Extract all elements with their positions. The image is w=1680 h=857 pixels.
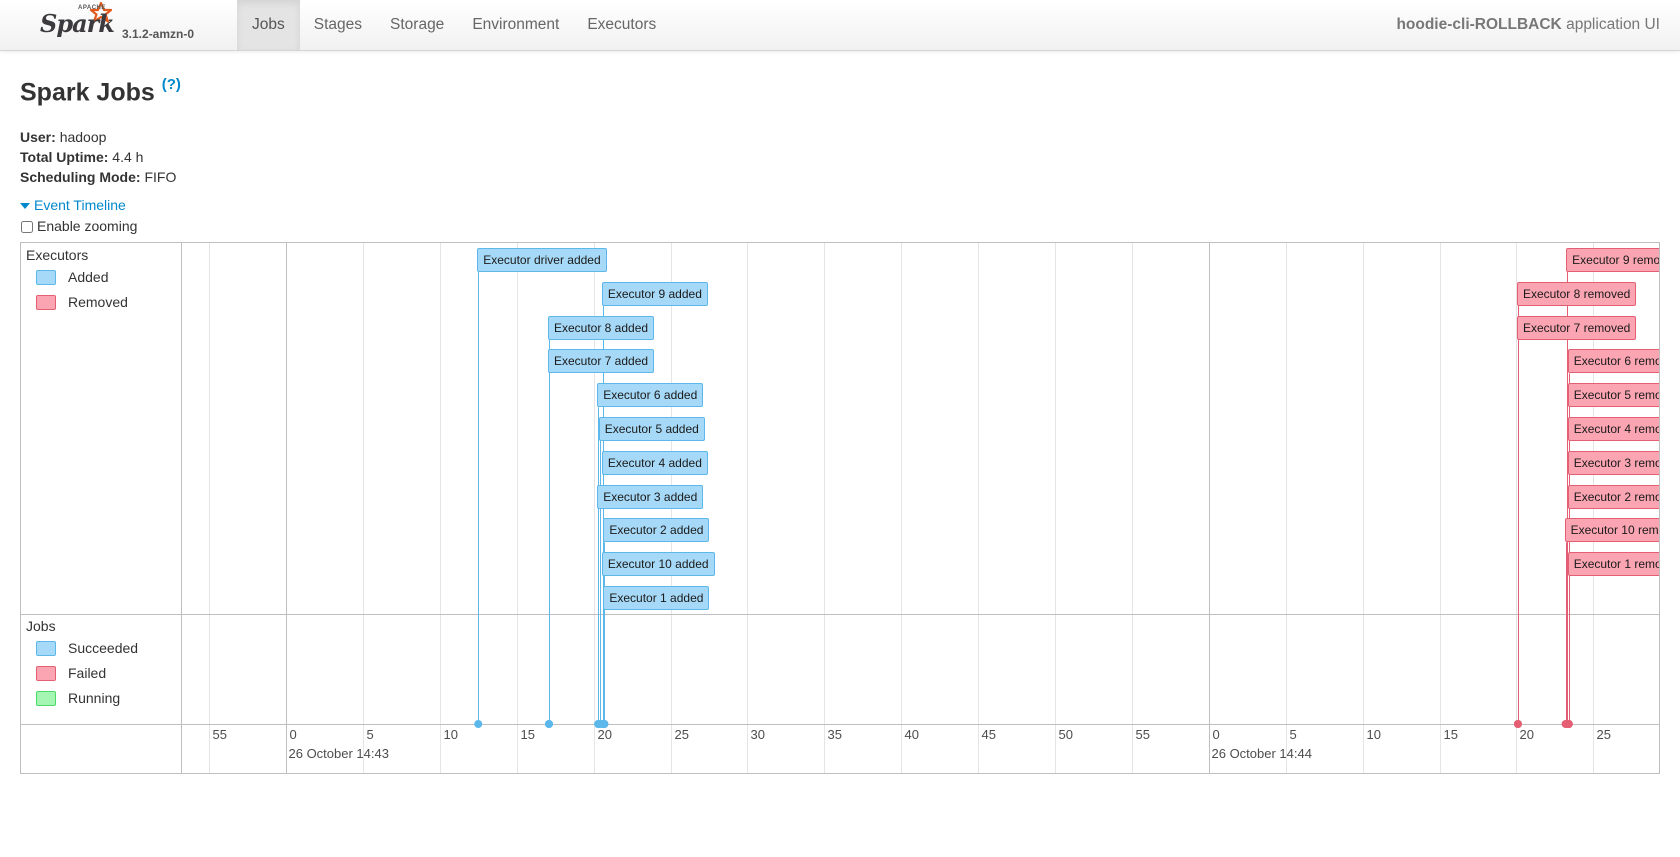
summary-mode: Scheduling Mode: FIFO xyxy=(20,167,176,187)
axis-tick-label: 15 xyxy=(520,727,535,742)
legend-failed-label: Failed xyxy=(68,665,107,681)
timeline-event-added[interactable]: Executor 1 added xyxy=(603,586,710,610)
timeline-group-labels: Executors Added Removed Jobs Succeeded F… xyxy=(21,243,182,773)
timeline-event-added[interactable]: Executor 3 added xyxy=(597,484,704,509)
event-timeline[interactable]: Executors Added Removed Jobs Succeeded F… xyxy=(20,242,1660,774)
user-value: hadoop xyxy=(59,129,107,145)
axis-tick-label: 20 xyxy=(1519,727,1534,742)
axis-minute-label: 26 October 14:44 xyxy=(1211,746,1312,761)
mode-label: Scheduling Mode: xyxy=(20,169,141,185)
nav-tabs: Jobs Stages Storage Environment Executor… xyxy=(237,0,670,50)
tab-environment[interactable]: Environment xyxy=(458,0,573,50)
axis-tick-label: 0 xyxy=(1212,727,1220,742)
legend-running: Running xyxy=(26,686,177,711)
timeline-event-added[interactable]: Executor 10 added xyxy=(601,552,715,577)
timeline-canvas xyxy=(21,243,1659,773)
axis-tick-label: 25 xyxy=(674,727,689,742)
axis-tick-label: 35 xyxy=(827,727,842,742)
timeline-event-added[interactable]: Executor 7 added xyxy=(547,349,655,374)
summary-list: User: hadoop Total Uptime: 4.4 h Schedul… xyxy=(20,127,176,187)
legend-running-label: Running xyxy=(68,690,121,706)
timeline-event-removed[interactable]: Executor 3 removed xyxy=(1567,450,1659,475)
executors-group-title: Executors xyxy=(26,247,89,263)
tab-stages[interactable]: Stages xyxy=(300,0,376,50)
tab-jobs[interactable]: Jobs xyxy=(237,0,300,50)
uptime-label: Total Uptime: xyxy=(20,149,109,165)
page-title-text: Spark Jobs xyxy=(20,78,155,107)
legend-succeeded: Succeeded xyxy=(26,636,177,661)
axis-minute-label: 26 October 14:43 xyxy=(288,746,389,761)
timeline-event-removed[interactable]: Executor 10 removed xyxy=(1564,518,1659,543)
legend-removed: Removed xyxy=(26,290,177,315)
help-link[interactable]: (?) xyxy=(162,76,181,93)
timeline-event-added[interactable]: Executor 4 added xyxy=(601,450,708,475)
spark-logo[interactable]: APACHE Spark 3.1.2-amzn-0 xyxy=(40,0,225,50)
uptime-value: 4.4 h xyxy=(112,149,144,165)
added-swatch xyxy=(36,270,56,285)
tab-storage[interactable]: Storage xyxy=(376,0,458,50)
enable-zooming-checkbox[interactable] xyxy=(21,221,33,233)
event-dot xyxy=(1564,720,1573,728)
axis-tick-label: 5 xyxy=(1289,727,1297,742)
axis-tick-label: 10 xyxy=(1366,727,1381,742)
mode-value: FIFO xyxy=(144,169,177,185)
axis-tick-label: 55 xyxy=(212,727,227,742)
axis-tick-label: 20 xyxy=(597,727,612,742)
timeline-event-removed[interactable]: Executor 7 removed xyxy=(1516,315,1637,340)
timeline-event-added[interactable]: Executor 2 added xyxy=(603,518,710,543)
event-timeline-label: Event Timeline xyxy=(34,197,126,213)
spark-wordmark: Spark xyxy=(40,9,115,38)
axis-tick-label: 55 xyxy=(1135,727,1150,742)
timeline-event-added[interactable]: Executor 9 added xyxy=(601,281,708,306)
application-name: hoodie-cli-ROLLBACK application UI xyxy=(1396,0,1660,50)
event-dot xyxy=(544,720,553,728)
timeline-event-added[interactable]: Executor 8 added xyxy=(547,315,655,340)
app-name-suffix: application UI xyxy=(1561,16,1660,33)
axis-tick-label: 0 xyxy=(289,727,297,742)
timeline-event-removed[interactable]: Executor 5 removed xyxy=(1567,383,1659,408)
legend-failed: Failed xyxy=(26,661,177,686)
timeline-event-added[interactable]: Executor driver added xyxy=(477,248,607,272)
user-label: User: xyxy=(20,129,56,145)
axis-tick-label: 5 xyxy=(366,727,374,742)
running-swatch xyxy=(36,691,56,706)
legend-added-label: Added xyxy=(68,269,109,285)
timeline-event-removed[interactable]: Executor 9 removed xyxy=(1566,248,1659,272)
succeeded-swatch xyxy=(36,641,56,656)
jobs-group-title: Jobs xyxy=(26,618,56,634)
timeline-event-removed[interactable]: Executor 1 removed xyxy=(1567,552,1659,577)
legend-succeeded-label: Succeeded xyxy=(68,640,139,656)
app-name-bold: hoodie-cli-ROLLBACK xyxy=(1396,16,1562,33)
axis-tick-label: 15 xyxy=(1443,727,1458,742)
axis-tick-label: 10 xyxy=(443,727,458,742)
timeline-event-added[interactable]: Executor 5 added xyxy=(598,417,705,441)
axis-tick-label: 50 xyxy=(1058,727,1073,742)
failed-swatch xyxy=(36,666,56,681)
event-timeline-toggle[interactable]: Event Timeline xyxy=(20,197,126,213)
axis-tick-label: 25 xyxy=(1596,727,1611,742)
event-dot xyxy=(474,720,483,728)
page-title: Spark Jobs (?) xyxy=(20,76,181,107)
legend-added: Added xyxy=(26,265,177,290)
zoom-control: Enable zooming xyxy=(20,218,137,234)
timeline-event-removed[interactable]: Executor 8 removed xyxy=(1516,281,1637,306)
timeline-event-removed[interactable]: Executor 4 removed xyxy=(1567,417,1659,441)
timeline-event-added[interactable]: Executor 6 added xyxy=(597,383,704,408)
axis-tick-label: 40 xyxy=(904,727,919,742)
expand-triangle-icon xyxy=(20,203,30,210)
legend-removed-label: Removed xyxy=(68,294,128,310)
axis-tick-label: 45 xyxy=(981,727,996,742)
enable-zooming-label: Enable zooming xyxy=(37,218,138,234)
top-navbar: APACHE Spark 3.1.2-amzn-0 Jobs Stages St… xyxy=(0,0,1680,51)
summary-user: User: hadoop xyxy=(20,127,176,147)
summary-uptime: Total Uptime: 4.4 h xyxy=(20,147,176,167)
timeline-event-removed[interactable]: Executor 2 removed xyxy=(1567,484,1659,509)
timeline-event-removed[interactable]: Executor 6 removed xyxy=(1567,349,1659,374)
executors-group-label: Executors Added Removed xyxy=(21,243,182,319)
jobs-group-label: Jobs Succeeded Failed Running xyxy=(21,614,182,715)
spark-version: 3.1.2-amzn-0 xyxy=(122,27,195,41)
tab-executors[interactable]: Executors xyxy=(573,0,670,50)
axis-tick-label: 30 xyxy=(750,727,765,742)
removed-swatch xyxy=(36,295,56,310)
